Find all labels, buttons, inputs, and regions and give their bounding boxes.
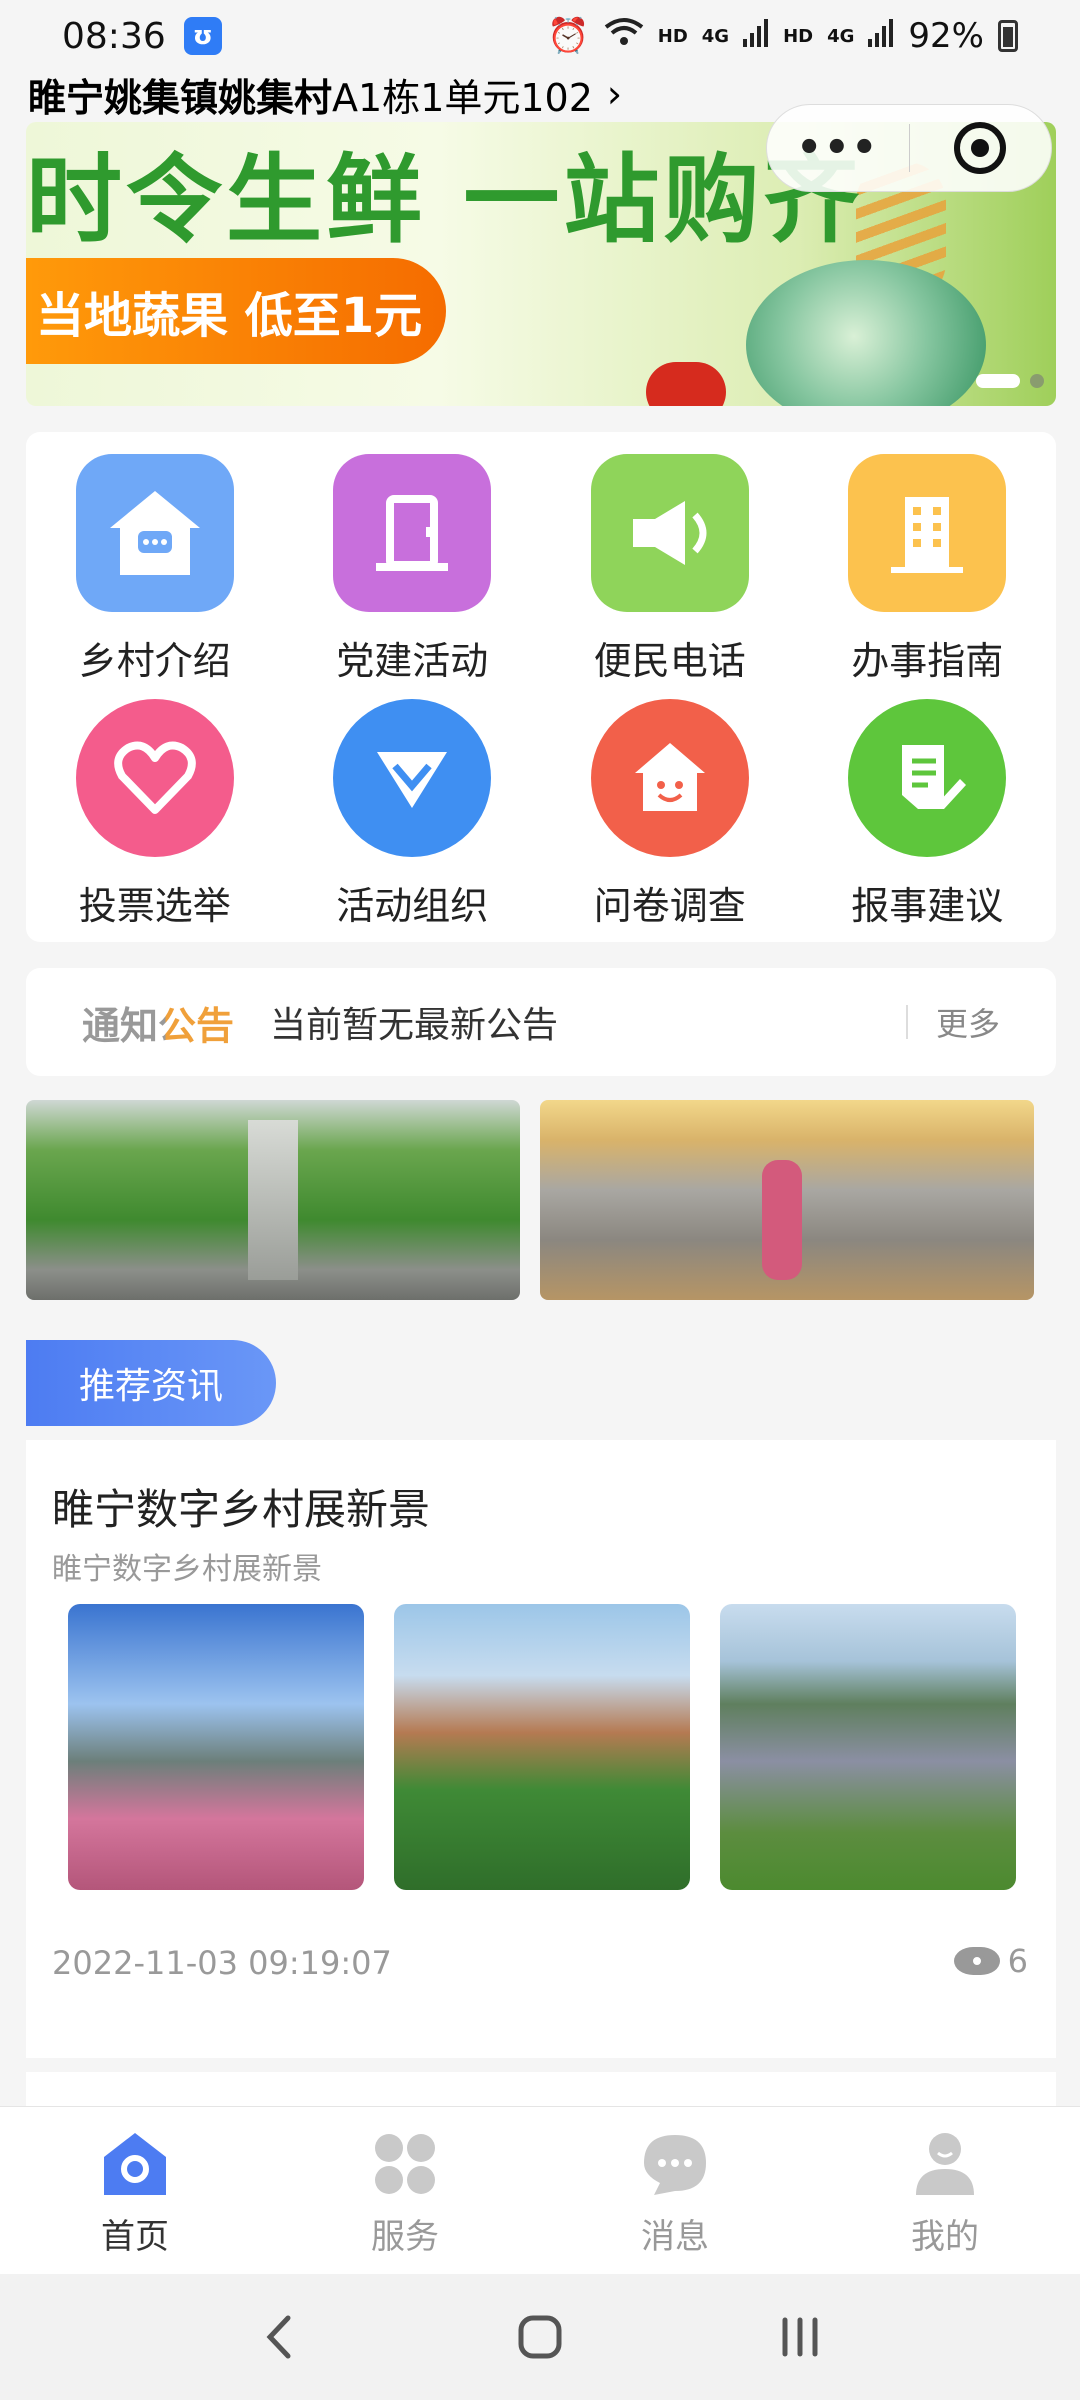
tab-label: 我的 <box>911 2217 979 2257</box>
feature-grid: 乡村介绍 党建活动 便民电话 办事指南 投票选举 活动组织 问卷调查 报事建议 <box>26 432 1056 942</box>
target-icon <box>954 122 1007 174</box>
banner-promo: 当地蔬果 低至1元 <box>26 258 446 364</box>
building-icon <box>848 454 1007 612</box>
greenhouse-photo[interactable] <box>26 1100 520 1300</box>
diamond-icon <box>333 699 492 857</box>
location-unit: A1栋1单元102 <box>332 75 593 120</box>
back-button[interactable] <box>235 2297 325 2377</box>
news-image-pagoda <box>68 1604 364 1890</box>
close-miniprogram-button[interactable] <box>910 122 1052 174</box>
heart-icon <box>75 699 234 857</box>
location-village: 睢宁姚集镇姚集村 <box>28 75 333 120</box>
tab-label: 首页 <box>101 2217 169 2257</box>
door-icon <box>333 454 492 612</box>
signal-icon-1 <box>743 16 769 56</box>
system-navigation-bar <box>0 2274 1080 2400</box>
grid-label: 乡村介绍 <box>78 639 231 683</box>
cabbage-decoration <box>746 260 986 406</box>
tab-label: 消息 <box>641 2217 709 2257</box>
location-selector[interactable]: 睢宁姚集镇姚集村 A1栋1单元102 › <box>28 66 622 122</box>
notice-text[interactable]: 当前暂无最新公告 <box>270 996 558 1048</box>
document-edit-icon <box>848 699 1007 857</box>
hd-label-2: HD <box>783 25 814 47</box>
home-icon <box>100 2129 170 2199</box>
home-button[interactable] <box>495 2297 585 2377</box>
news-image-temple <box>394 1604 690 1890</box>
grid-item-village-intro[interactable]: 乡村介绍 <box>26 442 284 687</box>
view-count-value: 6 <box>1007 1942 1028 1980</box>
chevron-right-icon: › <box>606 72 623 116</box>
status-time: 08:36 <box>62 15 166 57</box>
notice-bar: 通知公告 当前暂无最新公告 更多 <box>26 968 1056 1076</box>
grid-item-activities[interactable]: 活动组织 <box>284 687 542 932</box>
news-card[interactable]: 睢宁数字乡村展新景 睢宁数字乡村展新景 2022-11-03 09:19:07 … <box>26 1440 1056 2058</box>
grid-label: 投票选举 <box>78 884 231 928</box>
profile-icon <box>910 2129 980 2199</box>
news-subtitle: 睢宁数字乡村展新景 <box>52 1552 322 1587</box>
app-notification-icon: ʊ <box>183 17 222 55</box>
pagination-dot-active <box>976 374 1020 388</box>
notice-tag: 通知公告 <box>82 995 234 1050</box>
alarm-icon: ⏰ <box>547 16 590 56</box>
message-icon <box>640 2129 710 2199</box>
miniprogram-capsule: ••• <box>766 104 1052 192</box>
tab-profile[interactable]: 我的 <box>810 2107 1080 2274</box>
signal-icon-2 <box>868 16 894 56</box>
village-house-icon <box>75 454 234 612</box>
grid-label: 活动组织 <box>336 884 489 928</box>
tab-home[interactable]: 首页 <box>0 2107 270 2274</box>
wifi-icon <box>604 16 644 56</box>
screen: 08:36 ʊ ⏰ HD 4G HD 4G 92% 睢宁姚集镇姚集村 A1栋1单… <box>0 0 1080 2400</box>
recommend-news-tab[interactable]: 推荐资讯 <box>26 1340 276 1426</box>
pepper-decoration <box>646 362 726 406</box>
pagination-dot <box>1030 374 1044 388</box>
grid-item-public-phone[interactable]: 便民电话 <box>541 442 799 687</box>
notice-more-link[interactable]: 更多 <box>936 999 1000 1045</box>
status-bar: 08:36 ʊ ⏰ HD 4G HD 4G 92% <box>0 0 1080 72</box>
news-title: 睢宁数字乡村展新景 <box>52 1485 431 1534</box>
bottom-tab-bar: 首页 服务 消息 我的 <box>0 2106 1080 2274</box>
more-options-button[interactable]: ••• <box>767 125 909 171</box>
news-view-count: 6 <box>953 1942 1028 1980</box>
grid-label: 党建活动 <box>336 639 489 683</box>
grid-label: 报事建议 <box>851 884 1004 928</box>
poultry-farm-photo[interactable] <box>540 1100 1034 1300</box>
smiley-house-icon <box>590 699 749 857</box>
tab-services[interactable]: 服务 <box>270 2107 540 2274</box>
banner-headline: 时令生鲜 一站购齐 <box>26 144 864 256</box>
grid-label: 便民电话 <box>593 639 746 683</box>
megaphone-icon <box>590 454 749 612</box>
tab-messages[interactable]: 消息 <box>540 2107 810 2274</box>
grid-item-service-guide[interactable]: 办事指南 <box>799 442 1057 687</box>
news-timestamp: 2022-11-03 09:19:07 <box>52 1944 392 1982</box>
news-image-aerial-village <box>720 1604 1016 1890</box>
grid-item-voting[interactable]: 投票选举 <box>26 687 284 932</box>
grid-item-report-suggestion[interactable]: 报事建议 <box>799 687 1057 932</box>
notice-divider <box>905 1005 908 1039</box>
battery-icon <box>998 20 1018 52</box>
battery-percent: 92% <box>908 16 984 56</box>
services-icon <box>370 2129 440 2199</box>
grid-item-party-activity[interactable]: 党建活动 <box>284 442 542 687</box>
grid-label: 办事指南 <box>851 639 1004 683</box>
grid-item-survey[interactable]: 问卷调查 <box>541 687 799 932</box>
tab-label: 服务 <box>371 2217 439 2257</box>
network-4g-2: 4G <box>827 25 855 47</box>
recent-apps-button[interactable] <box>755 2297 845 2377</box>
network-4g-1: 4G <box>701 25 730 47</box>
hd-label-1: HD <box>657 25 688 47</box>
banner-pagination <box>976 374 1044 388</box>
eye-icon <box>953 1947 1000 1975</box>
grid-label: 问卷调查 <box>593 884 746 928</box>
